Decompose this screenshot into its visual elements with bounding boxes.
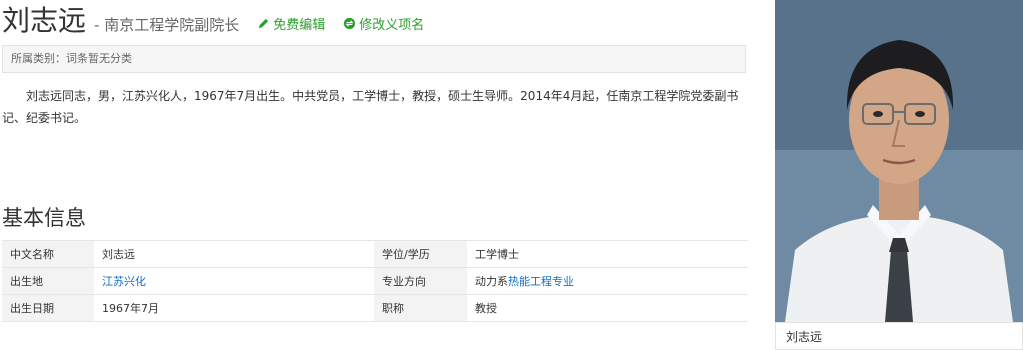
summary-paragraph: 刘志远同志，男，江苏兴化人，1967年7月出生。中共党员，工学博士，教授，硕士生… bbox=[2, 89, 739, 125]
field-value: 刘志远 bbox=[94, 240, 374, 268]
title-row: 刘志远 - 南京工程学院副院长 免费编辑 修改义项名 bbox=[2, 4, 424, 38]
swap-icon bbox=[344, 17, 356, 30]
table-row: 出生地 江苏兴化 专业方向 动力系热能工程专业 bbox=[2, 267, 748, 295]
birthplace-link[interactable]: 江苏兴化 bbox=[102, 275, 146, 288]
portrait-illustration bbox=[775, 0, 1023, 322]
portrait-photo[interactable] bbox=[775, 0, 1023, 322]
major-link[interactable]: 热能工程专业 bbox=[508, 275, 574, 288]
field-label: 出生日期 bbox=[2, 294, 94, 322]
field-value: 江苏兴化 bbox=[94, 267, 374, 295]
field-value: 动力系热能工程专业 bbox=[467, 267, 748, 295]
edit-label: 免费编辑 bbox=[273, 18, 326, 33]
field-label: 学位/学历 bbox=[374, 240, 467, 268]
field-label: 中文名称 bbox=[2, 240, 94, 268]
basic-info-table: 中文名称 刘志远 学位/学历 工学博士 出生地 江苏兴化 专业方向 动力系热能工… bbox=[2, 240, 748, 322]
field-label: 出生地 bbox=[2, 267, 94, 295]
page-subtitle: - 南京工程学院副院长 bbox=[94, 16, 240, 34]
field-label: 专业方向 bbox=[374, 267, 467, 295]
category-bar: 所属类别：词条暂无分类 bbox=[2, 45, 746, 73]
field-value: 1967年7月 bbox=[94, 294, 374, 322]
page-title: 刘志远 bbox=[2, 4, 87, 37]
modify-entry-button[interactable]: 修改义项名 bbox=[343, 14, 424, 33]
table-row: 中文名称 刘志远 学位/学历 工学博士 bbox=[2, 240, 748, 268]
section-title-basic-info: 基本信息 bbox=[2, 206, 86, 230]
table-row: 出生日期 1967年7月 职称 教授 bbox=[2, 294, 748, 322]
pencil-icon bbox=[259, 18, 269, 29]
photo-caption: 刘志远 bbox=[775, 322, 1023, 350]
edit-button[interactable]: 免费编辑 bbox=[257, 14, 325, 33]
major-prefix: 动力系 bbox=[475, 275, 508, 288]
modify-label: 修改义项名 bbox=[359, 18, 425, 33]
field-label: 职称 bbox=[374, 294, 467, 322]
field-value: 教授 bbox=[467, 294, 748, 322]
field-value: 工学博士 bbox=[467, 240, 748, 268]
